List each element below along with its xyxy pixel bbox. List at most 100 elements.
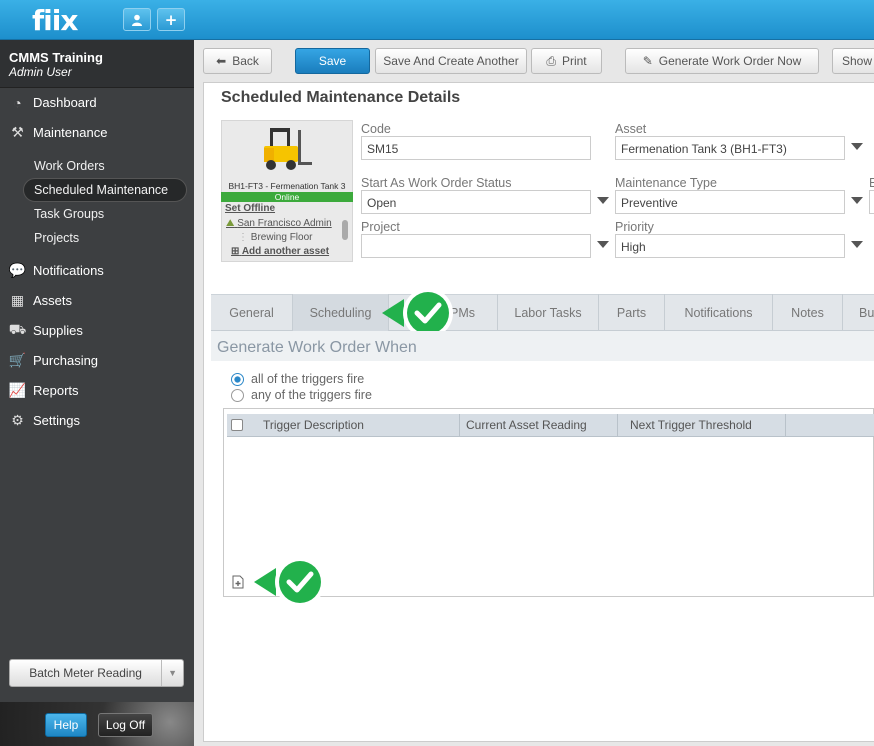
help-button[interactable]: Help xyxy=(45,713,87,737)
page-title: Scheduled Maintenance Details xyxy=(221,89,461,106)
column-next-trigger-threshold[interactable]: Next Trigger Threshold xyxy=(624,414,786,437)
status-badge: Online xyxy=(221,192,353,202)
section-title: Generate Work Order When xyxy=(217,339,417,356)
print-button[interactable]: ⎙ Print xyxy=(531,48,602,74)
add-asset-label: Add another asset xyxy=(241,246,330,257)
org-name: CMMS Training xyxy=(9,50,103,65)
tab-parts[interactable]: Parts xyxy=(599,294,665,331)
select-all-checkbox[interactable] xyxy=(231,419,243,431)
sidebar-footer xyxy=(0,702,194,746)
sub-projects[interactable]: Projects xyxy=(34,231,79,245)
chevron-down-icon[interactable] xyxy=(851,241,863,248)
forklift-icon xyxy=(264,128,312,170)
extra-field[interactable] xyxy=(869,190,874,214)
nav-dashboard[interactable]: ◔ Dashboard xyxy=(8,93,97,112)
gear-icon: ⚙ xyxy=(11,412,24,428)
nav-settings[interactable]: ⚙ Settings xyxy=(8,411,80,430)
nav-reports[interactable]: 📈 Reports xyxy=(8,381,79,400)
chevron-down-icon[interactable] xyxy=(851,197,863,204)
sublocation-text: Brewing Floor xyxy=(250,232,313,243)
nav-label: Dashboard xyxy=(33,95,97,110)
add-button[interactable]: + xyxy=(157,8,185,31)
edit-icon: ✎ xyxy=(642,54,653,68)
nav-assets[interactable]: ▦ Assets xyxy=(8,291,72,310)
project-select[interactable] xyxy=(361,234,591,258)
asset-name: BH1-FT3 - Fermenation Tank 3 xyxy=(228,181,346,191)
logoff-button[interactable]: Log Off xyxy=(98,713,153,737)
radio-any-triggers[interactable] xyxy=(231,389,244,402)
radio-any-label[interactable]: any of the triggers fire xyxy=(251,388,372,402)
add-another-asset-link[interactable]: ⊞ Add another asset xyxy=(231,246,329,257)
add-trigger-icon[interactable] xyxy=(232,575,245,589)
code-field[interactable]: SM15 xyxy=(361,136,591,160)
code-label: Code xyxy=(361,122,391,136)
save-and-create-another-button[interactable]: Save And Create Another xyxy=(375,48,527,74)
nav-label: Supplies xyxy=(33,323,83,338)
scrollbar[interactable] xyxy=(342,220,348,240)
tab-scheduling[interactable]: Scheduling xyxy=(293,294,389,331)
priority-label: Priority xyxy=(615,220,654,234)
tab-notifications[interactable]: Notifications xyxy=(665,294,773,331)
nav-label: Settings xyxy=(33,413,80,428)
tab-bu[interactable]: Bu xyxy=(843,294,874,331)
radio-all-label[interactable]: all of the triggers fire xyxy=(251,372,364,386)
fiix-logo[interactable]: fiix xyxy=(32,4,78,37)
nav-supplies[interactable]: ⛟ Supplies xyxy=(8,321,83,340)
chevron-down-icon[interactable] xyxy=(597,241,609,248)
user-profile-button[interactable] xyxy=(123,8,151,31)
show-button[interactable]: Show xyxy=(832,48,874,74)
extra-field-label: E xyxy=(869,176,874,190)
location-icon: ⛰ xyxy=(226,218,235,229)
tools-icon: ⚒ xyxy=(11,124,24,140)
generate-label: Generate Work Order Now xyxy=(658,54,802,68)
status-label: Start As Work Order Status xyxy=(361,176,512,190)
tab-notes[interactable]: Notes xyxy=(773,294,843,331)
back-button[interactable]: ⬅ Back xyxy=(203,48,272,74)
print-label: Print xyxy=(561,54,587,68)
maintenance-type-select[interactable]: Preventive xyxy=(615,190,845,214)
nav-label: Maintenance xyxy=(33,125,108,140)
nav-label: Notifications xyxy=(33,263,104,278)
boxes-icon: ▦ xyxy=(10,292,25,308)
nav-purchasing[interactable]: 🛒 Purchasing xyxy=(8,351,98,370)
arrow-left-icon: ⬅ xyxy=(216,54,227,68)
chat-icon: 💬 xyxy=(8,262,27,278)
chart-icon: 📈 xyxy=(8,382,27,398)
batch-meter-reading-button[interactable]: Batch Meter Reading ▼ xyxy=(9,659,184,687)
generate-work-order-button[interactable]: ✎ Generate Work Order Now xyxy=(625,48,819,74)
sub-task-groups[interactable]: Task Groups xyxy=(34,207,104,221)
project-label: Project xyxy=(361,220,400,234)
asset-field[interactable]: Fermenation Tank 3 (BH1-FT3) xyxy=(615,136,845,160)
truck-icon: ⛟ xyxy=(8,321,27,337)
priority-select[interactable]: High xyxy=(615,234,845,258)
tab-general[interactable]: General xyxy=(211,294,293,331)
status-select[interactable]: Open xyxy=(361,190,591,214)
maintenance-type-label: Maintenance Type xyxy=(615,176,717,190)
nav-maintenance[interactable]: ⚒ Maintenance xyxy=(8,123,107,142)
cart-icon: 🛒 xyxy=(8,352,27,368)
tab-labor-tasks[interactable]: Labor Tasks xyxy=(498,294,599,331)
add-document-icon: ⊞ xyxy=(231,246,240,257)
chevron-down-icon[interactable]: ▼ xyxy=(161,660,183,686)
column-trigger-description[interactable]: Trigger Description xyxy=(257,414,460,437)
nav-label: Reports xyxy=(33,383,79,398)
tree-branch-icon: ⋮ xyxy=(238,232,248,243)
save-button[interactable]: Save xyxy=(295,48,370,74)
back-label: Back xyxy=(232,54,259,68)
nav-label: Purchasing xyxy=(33,353,99,368)
user-icon xyxy=(132,14,142,26)
check-badge-icon xyxy=(254,557,325,607)
sub-scheduled-maintenance[interactable]: Scheduled Maintenance xyxy=(34,183,168,197)
location-link[interactable]: ⛰ San Francisco Admin xyxy=(226,218,332,229)
top-bar: fiix + xyxy=(0,0,874,40)
nav-notifications[interactable]: 💬 Notifications xyxy=(8,261,104,280)
column-current-asset-reading[interactable]: Current Asset Reading xyxy=(460,414,618,437)
sub-work-orders[interactable]: Work Orders xyxy=(34,159,105,173)
set-offline-link[interactable]: Set Offline xyxy=(225,203,275,214)
radio-all-triggers[interactable] xyxy=(231,373,244,386)
nav-label: Assets xyxy=(33,293,73,308)
chevron-down-icon[interactable] xyxy=(597,197,609,204)
user-role: Admin User xyxy=(9,65,72,79)
asset-label: Asset xyxy=(615,122,647,136)
chevron-down-icon[interactable] xyxy=(851,143,863,150)
